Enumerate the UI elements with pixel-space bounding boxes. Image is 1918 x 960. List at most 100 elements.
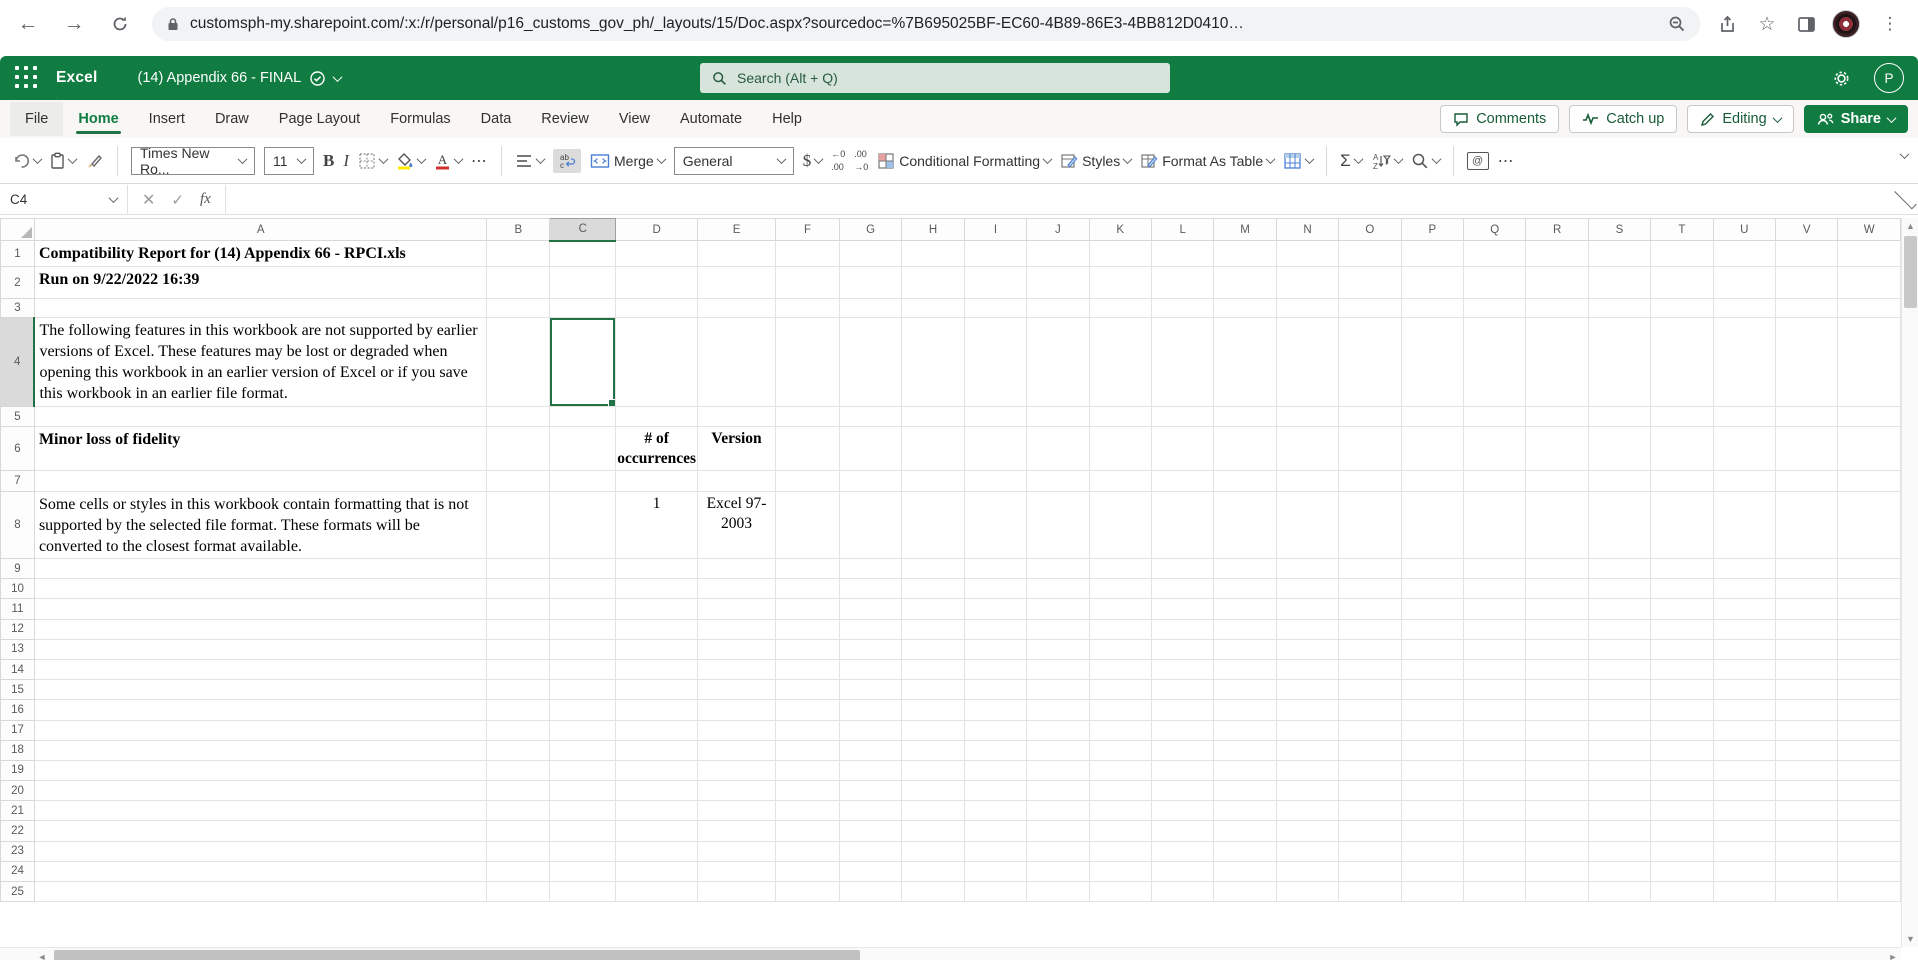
cell-V21[interactable] xyxy=(1775,800,1839,822)
cell-B11[interactable] xyxy=(486,598,551,620)
cell-E24[interactable] xyxy=(697,861,777,883)
cell-A8[interactable]: Some cells or styles in this workbook co… xyxy=(34,491,488,559)
column-header-F[interactable]: F xyxy=(775,218,840,241)
cell-N4[interactable] xyxy=(1276,317,1340,407)
cell-G18[interactable] xyxy=(839,740,903,761)
currency-format-button[interactable]: $ xyxy=(803,151,824,171)
cell-F15[interactable] xyxy=(775,679,840,701)
cell-D5[interactable] xyxy=(615,406,699,427)
cell-V11[interactable] xyxy=(1775,598,1839,620)
row-header-9[interactable]: 9 xyxy=(0,557,35,580)
cell-J1[interactable] xyxy=(1026,240,1090,267)
cell-I17[interactable] xyxy=(964,720,1028,741)
cell-T24[interactable] xyxy=(1650,861,1714,883)
editing-mode-button[interactable]: Editing xyxy=(1687,105,1794,133)
cell-O4[interactable] xyxy=(1338,317,1402,407)
cell-J5[interactable] xyxy=(1026,406,1090,427)
cell-O9[interactable] xyxy=(1338,558,1402,580)
cell-E21[interactable] xyxy=(697,800,777,822)
cell-U13[interactable] xyxy=(1713,639,1777,660)
cell-O20[interactable] xyxy=(1338,780,1402,802)
cell-D3[interactable] xyxy=(615,298,699,318)
cell-N5[interactable] xyxy=(1276,406,1340,427)
cell-N10[interactable] xyxy=(1276,578,1340,600)
cell-Q6[interactable] xyxy=(1463,426,1527,471)
cell-K23[interactable] xyxy=(1089,841,1152,862)
cell-D10[interactable] xyxy=(615,578,699,600)
cell-A4[interactable]: The following features in this workbook … xyxy=(34,317,488,407)
cell-S9[interactable] xyxy=(1588,558,1652,580)
cell-S7[interactable] xyxy=(1588,470,1652,492)
cell-L23[interactable] xyxy=(1151,841,1215,862)
cell-F23[interactable] xyxy=(775,841,840,862)
confirm-entry-icon[interactable]: ✓ xyxy=(171,191,184,209)
cell-D18[interactable] xyxy=(615,740,699,761)
cell-Q17[interactable] xyxy=(1463,720,1527,741)
cell-G23[interactable] xyxy=(839,841,903,862)
cell-F19[interactable] xyxy=(775,760,840,782)
cell-J24[interactable] xyxy=(1026,861,1090,883)
cell-M25[interactable] xyxy=(1213,881,1277,903)
cell-W6[interactable] xyxy=(1837,426,1901,471)
cell-A17[interactable] xyxy=(34,720,488,741)
cell-N15[interactable] xyxy=(1276,679,1340,701)
cell-W8[interactable] xyxy=(1837,491,1901,559)
cell-H5[interactable] xyxy=(901,406,965,427)
cell-V17[interactable] xyxy=(1775,720,1839,741)
cell-O11[interactable] xyxy=(1338,598,1402,620)
cell-P12[interactable] xyxy=(1401,619,1464,640)
increase-decimal-button[interactable]: ←0 .00 xyxy=(831,149,845,172)
tab-page-layout[interactable]: Page Layout xyxy=(264,102,375,136)
cell-I8[interactable] xyxy=(964,491,1028,559)
cell-C10[interactable] xyxy=(549,578,617,600)
cell-K2[interactable] xyxy=(1089,266,1152,299)
cell-L22[interactable] xyxy=(1151,820,1215,842)
cell-B5[interactable] xyxy=(486,406,551,427)
cell-R8[interactable] xyxy=(1525,491,1589,559)
cell-P19[interactable] xyxy=(1401,760,1464,782)
cell-Q1[interactable] xyxy=(1463,240,1527,267)
cell-J20[interactable] xyxy=(1026,780,1090,802)
cell-S20[interactable] xyxy=(1588,780,1652,802)
cell-K1[interactable] xyxy=(1089,240,1152,267)
cell-A19[interactable] xyxy=(34,760,488,782)
cell-P15[interactable] xyxy=(1401,679,1464,701)
cell-Q24[interactable] xyxy=(1463,861,1527,883)
cell-N12[interactable] xyxy=(1276,619,1340,640)
cell-K16[interactable] xyxy=(1089,699,1152,721)
tab-automate[interactable]: Automate xyxy=(665,102,757,136)
cell-P3[interactable] xyxy=(1401,298,1464,318)
cell-V4[interactable] xyxy=(1775,317,1839,407)
cell-F22[interactable] xyxy=(775,820,840,842)
row-header-13[interactable]: 13 xyxy=(0,638,35,660)
cell-V18[interactable] xyxy=(1775,740,1839,761)
cell-M13[interactable] xyxy=(1213,639,1277,660)
cell-P25[interactable] xyxy=(1401,881,1464,903)
cell-C21[interactable] xyxy=(549,800,617,822)
cell-L6[interactable] xyxy=(1151,426,1215,471)
comments-button[interactable]: Comments xyxy=(1440,105,1560,133)
row-header-1[interactable]: 1 xyxy=(0,240,35,267)
cell-E9[interactable] xyxy=(697,558,777,580)
cell-I2[interactable] xyxy=(964,266,1028,299)
cell-N25[interactable] xyxy=(1276,881,1340,903)
row-header-6[interactable]: 6 xyxy=(0,426,35,471)
cell-T6[interactable] xyxy=(1650,426,1714,471)
cell-J7[interactable] xyxy=(1026,470,1090,492)
cell-R5[interactable] xyxy=(1525,406,1589,427)
cell-K19[interactable] xyxy=(1089,760,1152,782)
cell-P5[interactable] xyxy=(1401,406,1464,427)
cell-M16[interactable] xyxy=(1213,699,1277,721)
cell-Q13[interactable] xyxy=(1463,639,1527,660)
cell-T22[interactable] xyxy=(1650,820,1714,842)
scroll-down-icon[interactable]: ▼ xyxy=(1902,931,1918,947)
cell-S23[interactable] xyxy=(1588,841,1652,862)
cell-D21[interactable] xyxy=(615,800,699,822)
browser-forward-icon[interactable]: → xyxy=(60,10,88,38)
cell-B10[interactable] xyxy=(486,578,551,600)
cell-A24[interactable] xyxy=(34,861,488,883)
cell-W25[interactable] xyxy=(1837,881,1901,903)
cell-H17[interactable] xyxy=(901,720,965,741)
cell-M6[interactable] xyxy=(1213,426,1277,471)
cell-D20[interactable] xyxy=(615,780,699,802)
